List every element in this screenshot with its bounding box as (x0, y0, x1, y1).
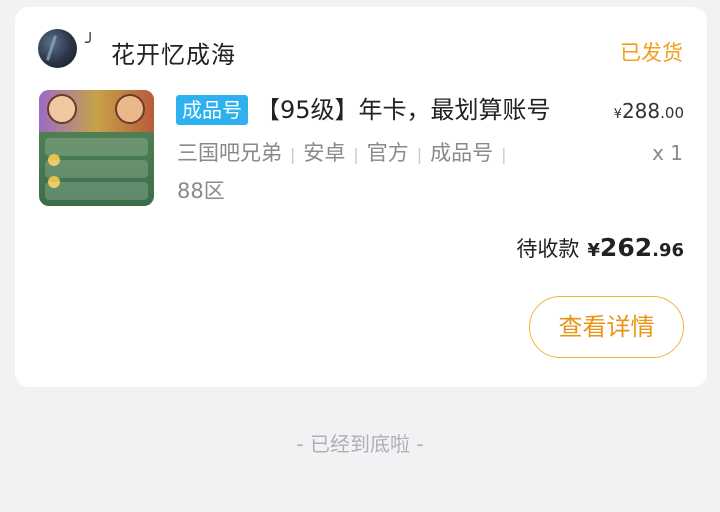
thumbnail-row (45, 182, 148, 200)
thumbnail-character (115, 94, 145, 124)
price-decimal: .00 (660, 104, 684, 122)
spec-item: 安卓 (303, 141, 346, 165)
quantity: x 1 (652, 141, 683, 165)
spec-item: 三国吧兄弟 (177, 141, 282, 165)
end-of-list-text: - 已经到底啦 - (296, 432, 424, 456)
total-label: 待收款 (516, 237, 580, 261)
product-title: 【95级】年卡，最划算账号 (256, 96, 551, 124)
spec-item: 成品号 (430, 141, 494, 165)
spec-item: 官方 (366, 141, 409, 165)
product-specs: 三国吧兄弟 | 安卓 | 官方 | 成品号 | 88区 (177, 135, 549, 210)
spec-separator: | (353, 145, 359, 164)
total-decimal: .96 (652, 240, 684, 261)
order-header: ╯ 花开忆成海 已发货 (15, 7, 707, 91)
thumbnail-row (45, 138, 148, 156)
shop-name[interactable]: 花开忆成海 (111, 35, 236, 70)
spec-item: 88区 (177, 179, 225, 203)
price-integer: 288 (621, 99, 661, 123)
thumbnail-row (45, 160, 148, 178)
product-thumbnail[interactable] (39, 90, 154, 206)
shop-mark: ╯ (85, 33, 96, 53)
thumbnail-character (47, 94, 77, 124)
order-status: 已发货 (620, 41, 683, 65)
spec-separator: | (501, 145, 507, 164)
view-details-button[interactable]: 查看详情 (529, 296, 684, 358)
order-card[interactable]: ╯ 花开忆成海 已发货 成品号 【95级】年卡，最划算账号 ¥288.00 三国… (15, 7, 707, 387)
order-total: 待收款 ¥262.96 (516, 233, 684, 263)
spec-separator: | (416, 145, 423, 164)
avatar[interactable] (38, 29, 77, 68)
total-integer: 262 (599, 233, 653, 262)
unit-price: ¥288.00 (614, 99, 684, 123)
price-symbol: ¥ (613, 107, 622, 122)
spec-separator: | (290, 145, 296, 164)
product-type-tag: 成品号 (176, 95, 248, 125)
total-symbol: ¥ (587, 240, 600, 261)
